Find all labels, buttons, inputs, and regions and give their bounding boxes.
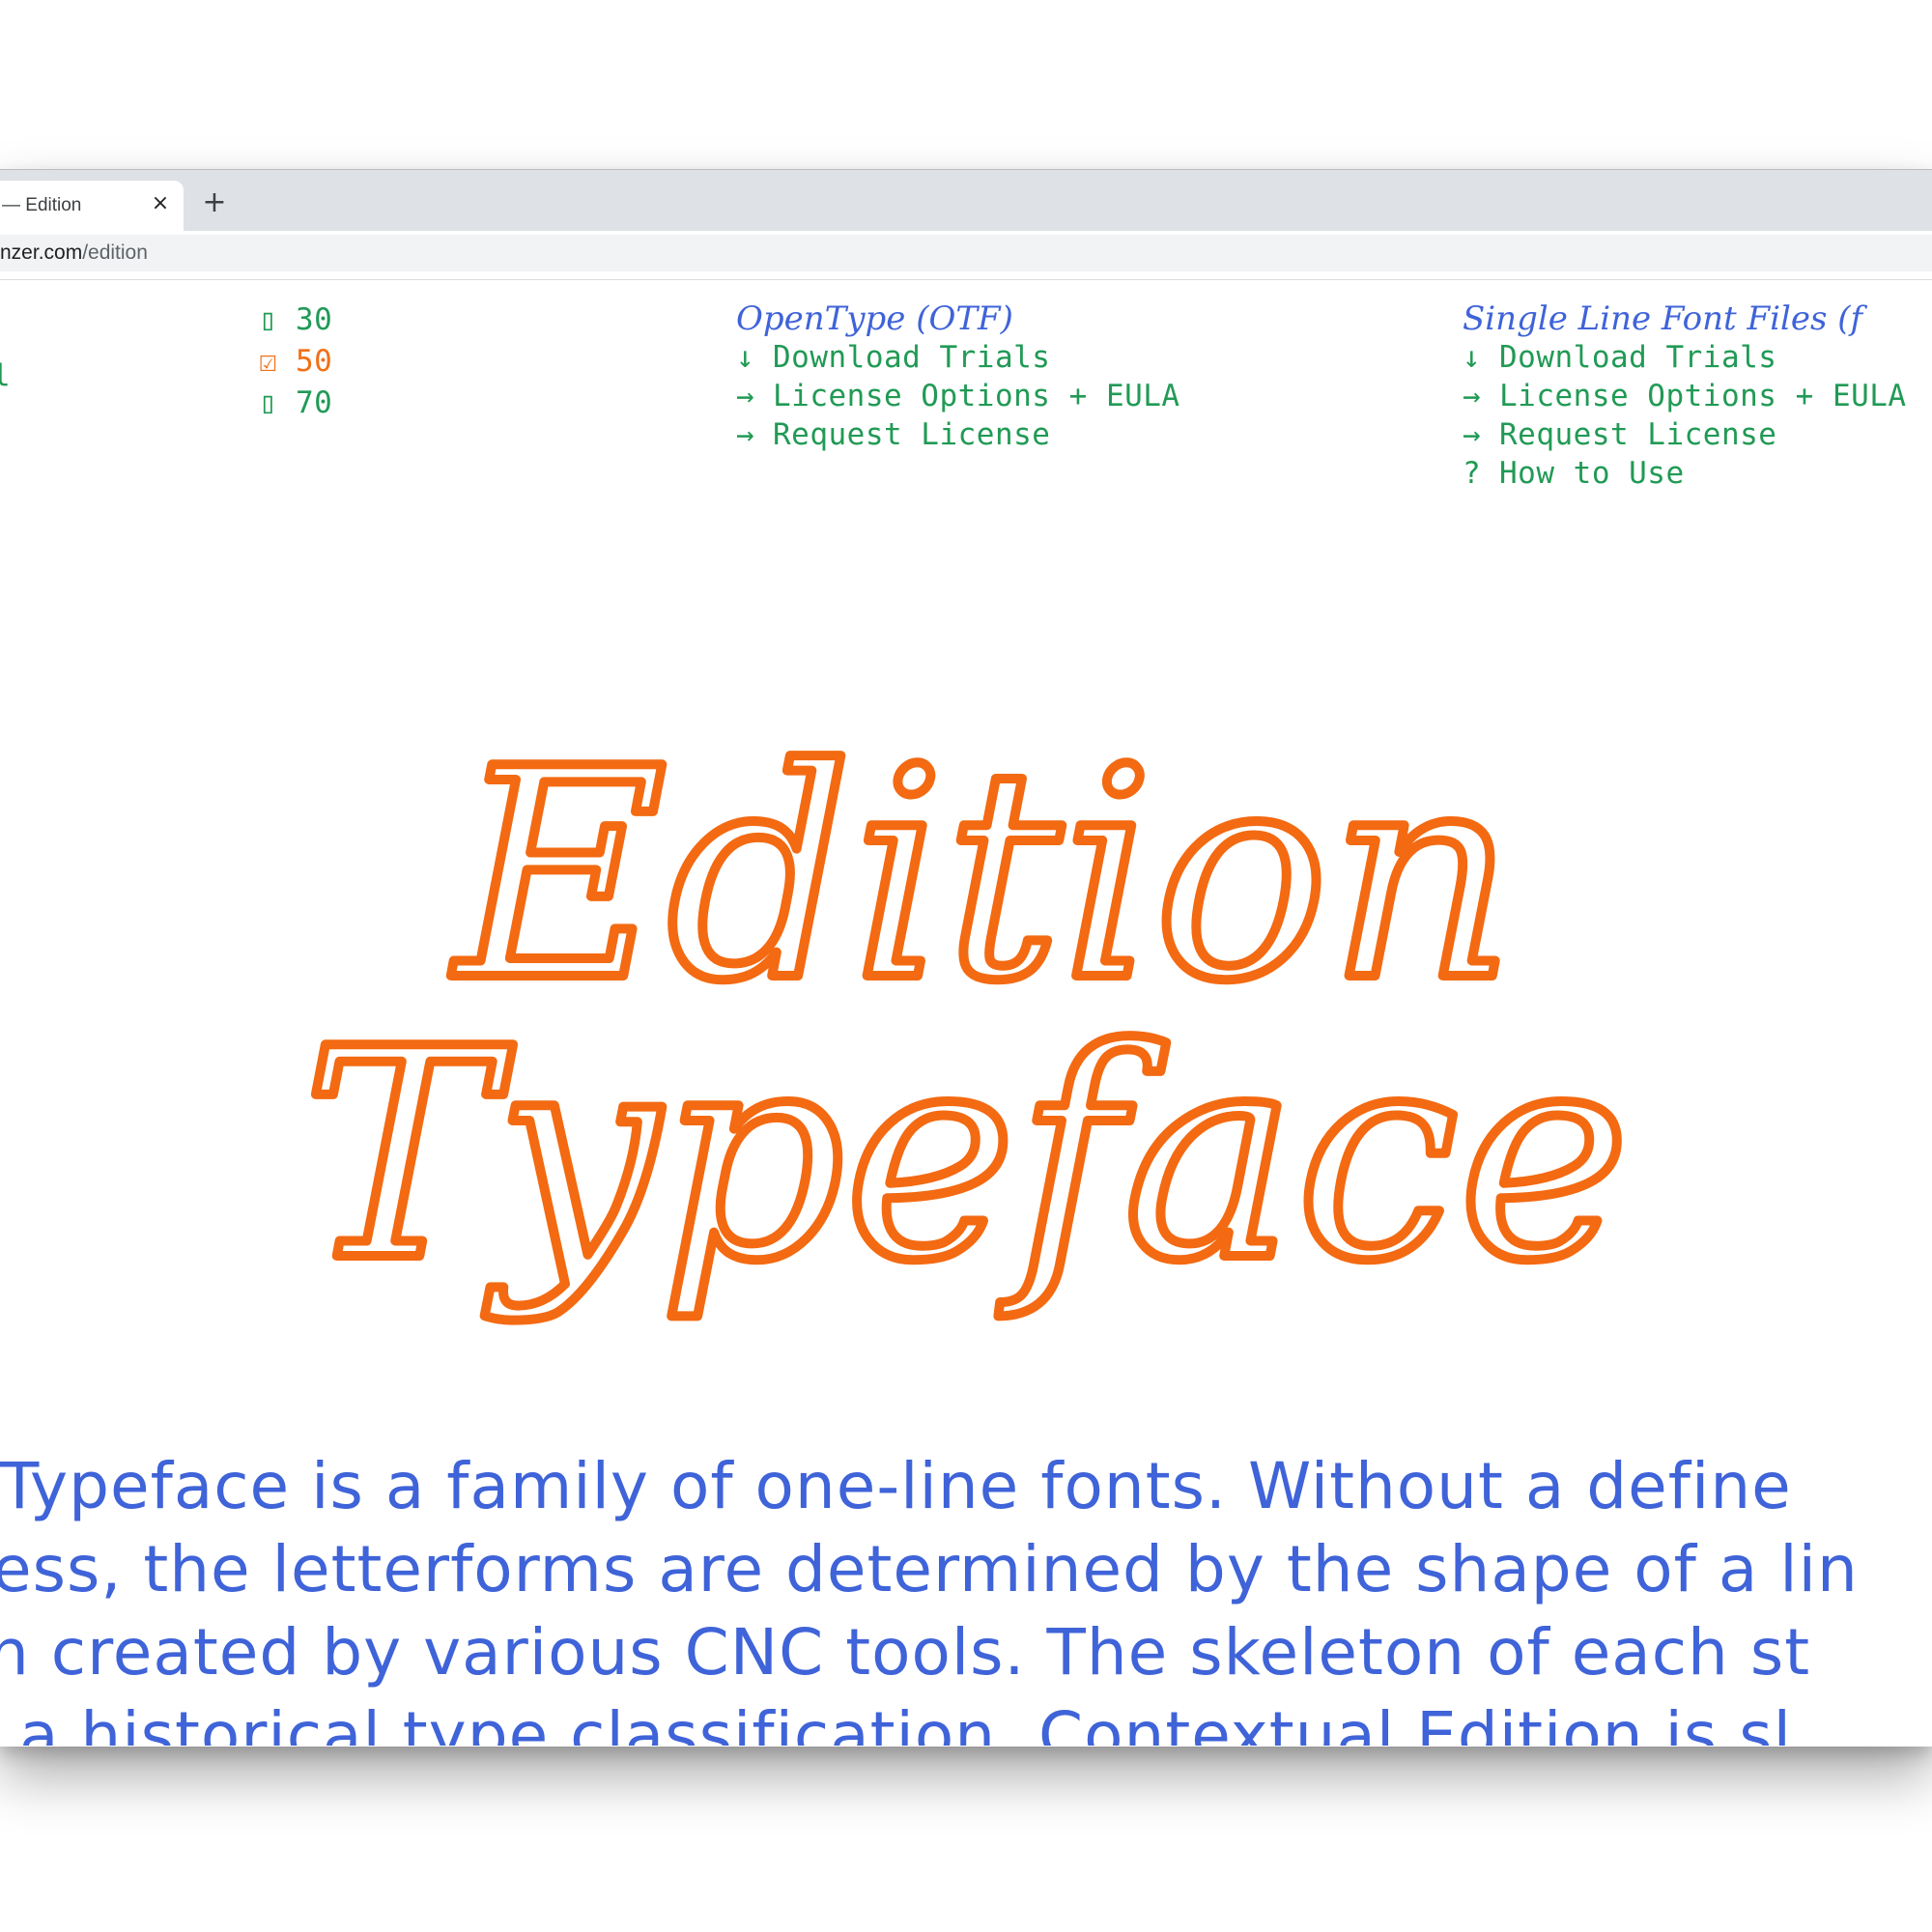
- download-arrow-icon: ↓: [1463, 340, 1482, 375]
- description-paragraph: Typeface is a family of one-line fonts. …: [0, 1449, 1932, 1746]
- weight-value: 30: [296, 302, 333, 337]
- checkbox-empty-icon[interactable]: ▯: [259, 385, 277, 420]
- close-icon[interactable]: ×: [147, 190, 174, 217]
- link-label: License Options + EULA: [1499, 379, 1907, 413]
- browser-toolbar: nzer.com/edition: [0, 231, 1932, 280]
- left-fragment-text: l: [0, 358, 11, 393]
- description-line-4: a historical type classification. Contex…: [19, 1698, 1792, 1746]
- link-label: Request License: [1499, 417, 1777, 452]
- right-arrow-icon: →: [736, 417, 755, 452]
- tab-edition[interactable]: — Edition ×: [0, 181, 184, 231]
- checkbox-checked-icon[interactable]: ☑: [259, 344, 277, 379]
- right-arrow-icon: →: [1463, 379, 1482, 413]
- url-text: nzer.com/edition: [0, 242, 148, 265]
- url-host: nzer.com: [0, 242, 83, 264]
- new-tab-plus-icon[interactable]: +: [197, 185, 232, 220]
- tab-title: — Edition: [2, 195, 82, 215]
- question-icon: ?: [1463, 456, 1482, 491]
- description-line-2: ess, the letterforms are determined by t…: [0, 1532, 1859, 1606]
- address-bar[interactable]: nzer.com/edition: [0, 235, 1932, 271]
- single-line-heading: Single Line Font Files (f: [1463, 299, 1863, 338]
- hero-title: Edition Typeface: [298, 702, 1635, 1329]
- download-arrow-icon: ↓: [736, 340, 755, 375]
- link-label: Download Trials: [773, 340, 1051, 375]
- description-line-1: Typeface is a family of one-line fonts. …: [0, 1449, 1792, 1523]
- checkbox-empty-icon[interactable]: ▯: [259, 302, 277, 337]
- link-label: How to Use: [1499, 456, 1685, 491]
- right-arrow-icon: →: [1463, 417, 1482, 452]
- link-label: Request License: [773, 417, 1051, 452]
- tab-strip: — Edition × +: [0, 170, 1932, 231]
- weight-value: 50: [296, 344, 333, 379]
- hero-title-line2: Typeface: [302, 987, 1631, 1324]
- description-line-3: h created by various CNC tools. The skel…: [0, 1615, 1811, 1690]
- weight-value: 70: [296, 385, 333, 420]
- opentype-heading: OpenType (OTF): [736, 299, 1013, 338]
- right-arrow-icon: →: [736, 379, 755, 413]
- link-label: License Options + EULA: [773, 379, 1180, 413]
- link-label: Download Trials: [1499, 340, 1777, 375]
- url-path: /edition: [82, 242, 148, 264]
